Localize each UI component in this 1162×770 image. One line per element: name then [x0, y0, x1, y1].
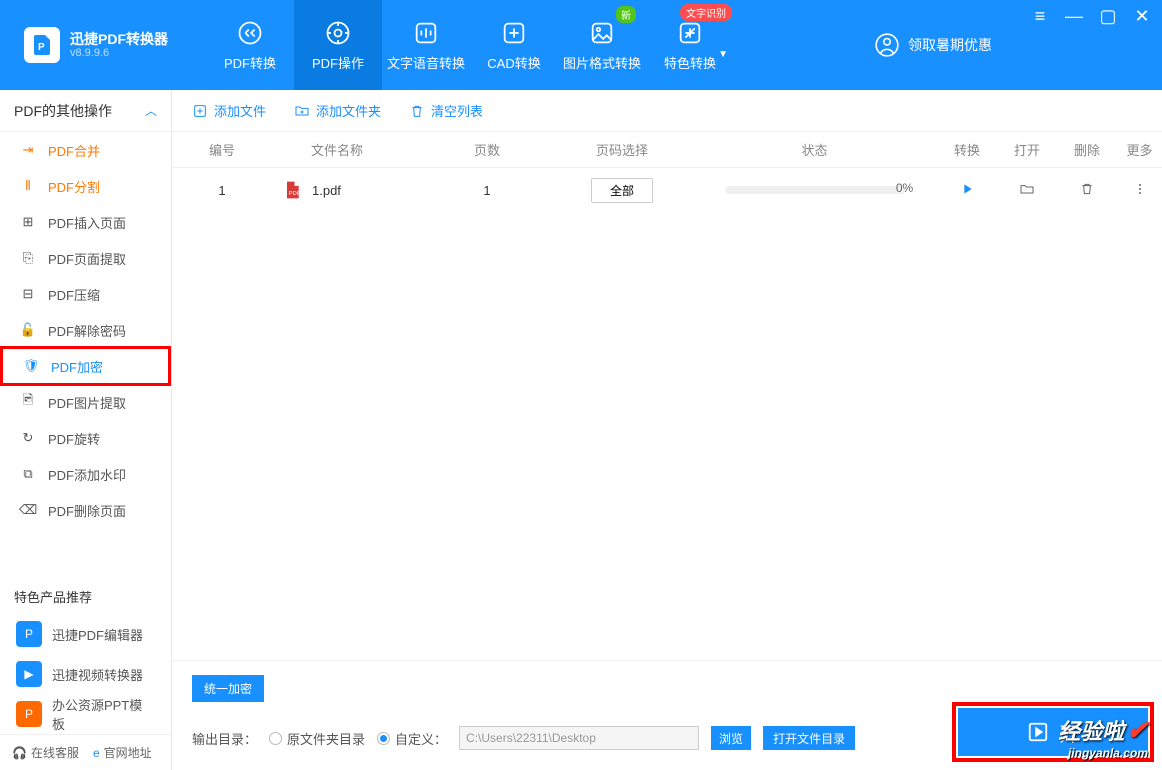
- ie-icon: e: [93, 746, 100, 760]
- image-icon: 🖻: [20, 394, 36, 410]
- app-logo: P 迅捷PDF转换器 v8.9.9.6: [0, 27, 206, 63]
- sidebar-item-insert[interactable]: ⊞PDF插入页面: [0, 204, 171, 240]
- add-file-button[interactable]: 添加文件: [192, 101, 266, 120]
- unlock-icon: 🔓: [20, 322, 36, 338]
- minimize-icon[interactable]: —: [1064, 6, 1084, 27]
- progress-bar: 0%: [725, 186, 905, 194]
- app-title: 迅捷PDF转换器: [70, 31, 168, 48]
- page-count: 1: [422, 183, 552, 198]
- pdf-file-icon: PDF: [282, 180, 302, 200]
- product-video-converter[interactable]: ▶迅捷视频转换器: [0, 654, 171, 694]
- row-num: 1: [192, 183, 252, 198]
- nav-label: 文字语音转换: [387, 53, 465, 72]
- page-select-button[interactable]: 全部: [591, 178, 653, 203]
- insert-icon: ⊞: [20, 214, 36, 230]
- pdf-editor-icon: P: [16, 621, 42, 647]
- compress-icon: ⊟: [20, 286, 36, 302]
- video-icon: ▶: [16, 661, 42, 687]
- shield-icon: 🛡: [23, 358, 39, 374]
- output-label: 输出目录：: [192, 729, 257, 748]
- open-button[interactable]: [1019, 181, 1035, 197]
- table-header: 编号 文件名称 页数 页码选择 状态 转换 打开 删除 更多: [172, 132, 1162, 168]
- ppt-icon: P: [16, 701, 42, 727]
- nav-pdf-operate[interactable]: PDF操作: [294, 0, 382, 90]
- rotate-icon: ↻: [20, 430, 36, 446]
- headset-icon: 🎧: [12, 746, 27, 760]
- svg-text:PDF: PDF: [289, 191, 301, 197]
- start-highlight-box: 开: [952, 702, 1154, 762]
- unify-encrypt-button[interactable]: 统一加密: [192, 675, 264, 702]
- chevron-up-icon: ︿: [145, 102, 157, 119]
- split-icon: ⫴: [20, 178, 36, 194]
- nav-label: CAD转换: [487, 53, 540, 72]
- nav-label: PDF转换: [224, 53, 276, 72]
- extract-icon: ⎘: [20, 250, 36, 266]
- add-folder-button[interactable]: 添加文件夹: [294, 101, 381, 120]
- browse-button[interactable]: 浏览: [711, 726, 751, 750]
- start-convert-button[interactable]: 开: [958, 708, 1148, 756]
- table-row: 1 PDF 1.pdf 1 全部 0%: [172, 168, 1162, 212]
- sidebar-header[interactable]: PDF的其他操作 ︿: [0, 90, 171, 132]
- close-icon[interactable]: ✕: [1132, 6, 1152, 27]
- sidebar-item-merge[interactable]: ⇥PDF合并: [0, 132, 171, 168]
- output-path-input[interactable]: [459, 726, 699, 750]
- sidebar-item-split[interactable]: ⫴PDF分割: [0, 168, 171, 204]
- nav-label: 特色转换: [664, 53, 716, 72]
- watermark-icon: ⧉: [20, 466, 36, 482]
- svg-text:P: P: [38, 42, 45, 53]
- nav-text-voice[interactable]: 文字语音转换: [382, 0, 470, 90]
- logo-icon: P: [24, 27, 60, 63]
- nav-label: PDF操作: [312, 53, 364, 72]
- radio-same-folder[interactable]: 原文件夹目录: [269, 729, 365, 748]
- promo-label: 领取暑期优惠: [908, 35, 992, 55]
- merge-icon: ⇥: [20, 142, 36, 158]
- badge-ocr: 文字识别: [680, 4, 732, 21]
- sidebar-item-extract-page[interactable]: ⎘PDF页面提取: [0, 240, 171, 276]
- sidebar-item-compress[interactable]: ⊟PDF压缩: [0, 276, 171, 312]
- nav-pdf-convert[interactable]: PDF转换: [206, 0, 294, 90]
- chevron-down-icon: ▼: [718, 49, 728, 60]
- nav-image-convert[interactable]: 新 图片格式转换: [558, 0, 646, 90]
- sidebar-item-rotate[interactable]: ↻PDF旋转: [0, 420, 171, 456]
- sidebar-item-unlock[interactable]: 🔓PDF解除密码: [0, 312, 171, 348]
- promo-link[interactable]: 领取暑期优惠: [874, 32, 992, 58]
- radio-icon: [269, 732, 282, 745]
- clear-list-button[interactable]: 清空列表: [409, 101, 483, 120]
- nav-special-convert[interactable]: 文字识别 特色转换 ▼: [646, 0, 734, 90]
- official-site[interactable]: e官网地址: [93, 744, 152, 761]
- nav-cad-convert[interactable]: CAD转换: [470, 0, 558, 90]
- product-ppt-template[interactable]: P办公资源PPT模板: [0, 694, 171, 734]
- sidebar-header-label: PDF的其他操作: [14, 101, 112, 121]
- file-name: 1.pdf: [312, 183, 341, 198]
- more-button[interactable]: [1132, 181, 1148, 197]
- sidebar-item-extract-image[interactable]: 🖻PDF图片提取: [0, 384, 171, 420]
- radio-icon: [377, 732, 390, 745]
- sidebar-rec-title: 特色产品推荐: [0, 575, 171, 614]
- product-pdf-editor[interactable]: P迅捷PDF编辑器: [0, 614, 171, 654]
- open-folder-button[interactable]: 打开文件目录: [763, 726, 855, 750]
- badge-new: 新: [616, 6, 636, 23]
- menu-icon[interactable]: ≡: [1030, 6, 1050, 27]
- app-version: v8.9.9.6: [70, 47, 168, 59]
- online-service[interactable]: 🎧在线客服: [12, 744, 79, 761]
- sidebar-item-watermark[interactable]: ⧉PDF添加水印: [0, 456, 171, 492]
- delete-button[interactable]: [1079, 181, 1095, 197]
- sidebar-item-delete-page[interactable]: ⌫PDF删除页面: [0, 492, 171, 528]
- delete-page-icon: ⌫: [20, 502, 36, 518]
- maximize-icon[interactable]: ▢: [1098, 6, 1118, 27]
- nav-label: 图片格式转换: [563, 53, 641, 72]
- radio-custom-folder[interactable]: 自定义：: [377, 729, 447, 748]
- sidebar-item-encrypt[interactable]: 🛡PDF加密: [0, 346, 171, 386]
